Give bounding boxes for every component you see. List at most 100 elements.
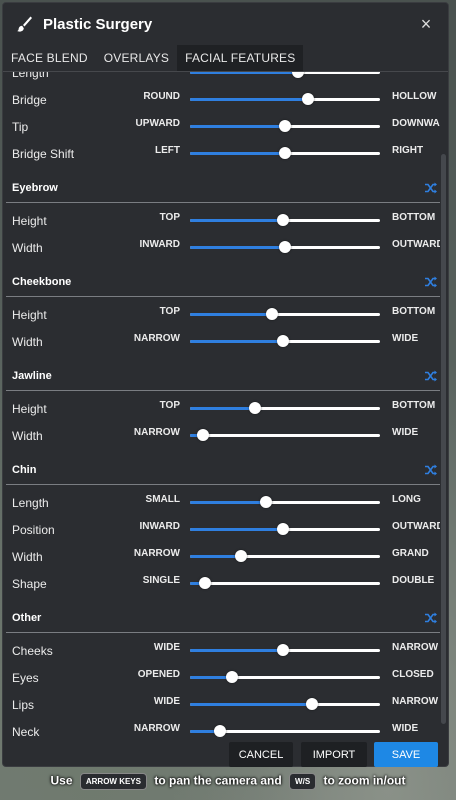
slider-knob[interactable] bbox=[277, 335, 290, 347]
footer: CANCEL IMPORT SAVE bbox=[2, 737, 447, 767]
slider-track[interactable] bbox=[190, 577, 380, 589]
slider-knob[interactable] bbox=[214, 725, 227, 737]
slider-knob[interactable] bbox=[265, 308, 278, 320]
slider-min-label: NARROW bbox=[133, 723, 180, 734]
slider-max-label: LONG bbox=[392, 72, 421, 75]
slider-row: Tip UPWARD DOWNWARD bbox=[2, 113, 447, 140]
slider-track[interactable] bbox=[190, 241, 380, 253]
arrow-keys-key: ARROW KEYS bbox=[79, 773, 147, 790]
import-button[interactable]: IMPORT bbox=[301, 742, 367, 767]
shuffle-icon[interactable] bbox=[424, 611, 438, 625]
slider-max-label: OUTWARD bbox=[392, 239, 444, 250]
slider-row: Shape SINGLE DOUBLE bbox=[2, 570, 440, 597]
section-divider bbox=[6, 632, 440, 633]
slider-knob[interactable] bbox=[199, 577, 212, 589]
section-title: Chin bbox=[12, 464, 37, 476]
slider-track[interactable] bbox=[190, 147, 380, 159]
slider-max-label: NARROW bbox=[392, 696, 439, 707]
slider-track[interactable] bbox=[190, 698, 380, 710]
slider-min-label: LEFT bbox=[155, 145, 180, 156]
slider-track[interactable] bbox=[190, 496, 380, 508]
slider-max-label: LONG bbox=[392, 494, 421, 505]
slider-knob[interactable] bbox=[277, 644, 290, 656]
slider-track[interactable] bbox=[190, 671, 380, 683]
slider-track[interactable] bbox=[190, 335, 380, 347]
features-list: Length SHORT LONG Bridge ROUND HOLLOW Tip UPWAR… bbox=[2, 72, 447, 737]
slider-track[interactable] bbox=[190, 308, 380, 320]
slider-label: Bridge bbox=[12, 93, 47, 107]
slider-fill bbox=[190, 98, 308, 101]
hint-post: to zoom in/out bbox=[323, 773, 406, 788]
slider-knob[interactable] bbox=[279, 147, 291, 159]
slider-min-label: NARROW bbox=[133, 333, 180, 344]
slider-fill bbox=[190, 501, 266, 504]
slider-track[interactable] bbox=[190, 93, 380, 105]
shuffle-icon[interactable] bbox=[424, 369, 438, 383]
slider-track[interactable] bbox=[190, 550, 380, 562]
slider-label: Width bbox=[12, 550, 43, 564]
slider-label: Height bbox=[12, 214, 47, 228]
slider-knob[interactable] bbox=[277, 523, 290, 535]
slider-fill bbox=[190, 649, 284, 652]
slider-track[interactable] bbox=[190, 429, 380, 441]
shuffle-icon[interactable] bbox=[424, 275, 438, 289]
slider-max-label: WIDE bbox=[392, 427, 419, 438]
slider-label: Tip bbox=[12, 120, 29, 134]
slider-track[interactable] bbox=[190, 72, 380, 78]
slider-track[interactable] bbox=[190, 644, 380, 656]
features-list-inner: Length SHORT LONG Bridge ROUND HOLLOW Tip UPWAR… bbox=[2, 72, 447, 737]
slider-min-label: TOP bbox=[159, 212, 180, 223]
close-icon[interactable]: × bbox=[416, 14, 436, 35]
slider-track[interactable] bbox=[190, 725, 380, 737]
slider-label: Width bbox=[12, 335, 43, 349]
tab-bar: FACE BLEND OVERLAYS FACIAL FEATURES bbox=[3, 45, 448, 72]
slider-knob[interactable] bbox=[277, 214, 290, 226]
section-title: Eyebrow bbox=[12, 182, 58, 194]
slider-max-label: BOTTOM bbox=[392, 400, 436, 411]
slider-min-label: TOP bbox=[159, 400, 180, 411]
slider-fill bbox=[190, 313, 272, 316]
slider-knob[interactable] bbox=[197, 429, 210, 441]
slider-track[interactable] bbox=[190, 120, 380, 132]
section-header: Jawline bbox=[2, 361, 440, 391]
section-title: Cheekbone bbox=[12, 276, 72, 288]
shuffle-icon[interactable] bbox=[424, 463, 438, 477]
slider-min-label: UPWARD bbox=[135, 118, 180, 129]
slider-row: Height TOP BOTTOM bbox=[2, 207, 440, 234]
slider-fill bbox=[190, 340, 284, 343]
slider-track[interactable] bbox=[190, 523, 380, 535]
slider-row: Height TOP BOTTOM bbox=[2, 395, 440, 422]
slider-min-label: WIDE bbox=[153, 696, 180, 707]
tab-overlays[interactable]: OVERLAYS bbox=[96, 45, 177, 71]
slider-knob[interactable] bbox=[279, 120, 291, 132]
hint-pre: Use bbox=[50, 773, 73, 788]
slider-max-label: CLOSED bbox=[392, 669, 434, 680]
slider-knob[interactable] bbox=[279, 241, 291, 253]
tab-face-blend[interactable]: FACE BLEND bbox=[3, 45, 96, 71]
tab-facial-features[interactable]: FACIAL FEATURES bbox=[177, 45, 304, 71]
slider-label: Cheeks bbox=[12, 644, 53, 658]
slider-knob[interactable] bbox=[292, 72, 305, 78]
scrollbar[interactable] bbox=[440, 72, 447, 737]
slider-track[interactable] bbox=[190, 214, 380, 226]
slider-knob[interactable] bbox=[301, 93, 314, 105]
slider-max-label: BOTTOM bbox=[392, 306, 436, 317]
scrollbar-thumb[interactable] bbox=[441, 154, 446, 724]
slider-row: Neck NARROW WIDE bbox=[2, 718, 440, 737]
slider-label: Neck bbox=[12, 725, 40, 737]
save-button[interactable]: SAVE bbox=[374, 742, 438, 767]
cancel-button[interactable]: CANCEL bbox=[229, 742, 293, 767]
slider-row: Bridge ROUND HOLLOW bbox=[2, 86, 440, 113]
slider-min-label: SMALL bbox=[145, 494, 180, 505]
slider-track[interactable] bbox=[190, 402, 380, 414]
section-divider bbox=[6, 296, 440, 297]
slider-knob[interactable] bbox=[305, 698, 318, 710]
slider-knob[interactable] bbox=[225, 671, 238, 683]
slider-knob[interactable] bbox=[248, 402, 261, 414]
section-header: Eyebrow bbox=[2, 173, 440, 203]
shuffle-icon[interactable] bbox=[424, 181, 438, 195]
slider-knob[interactable] bbox=[235, 550, 248, 562]
slider-knob[interactable] bbox=[260, 496, 272, 508]
slider-min-label: NARROW bbox=[133, 427, 180, 438]
controls-hint: Use ARROW KEYS to pan the camera and W/S… bbox=[0, 773, 456, 790]
